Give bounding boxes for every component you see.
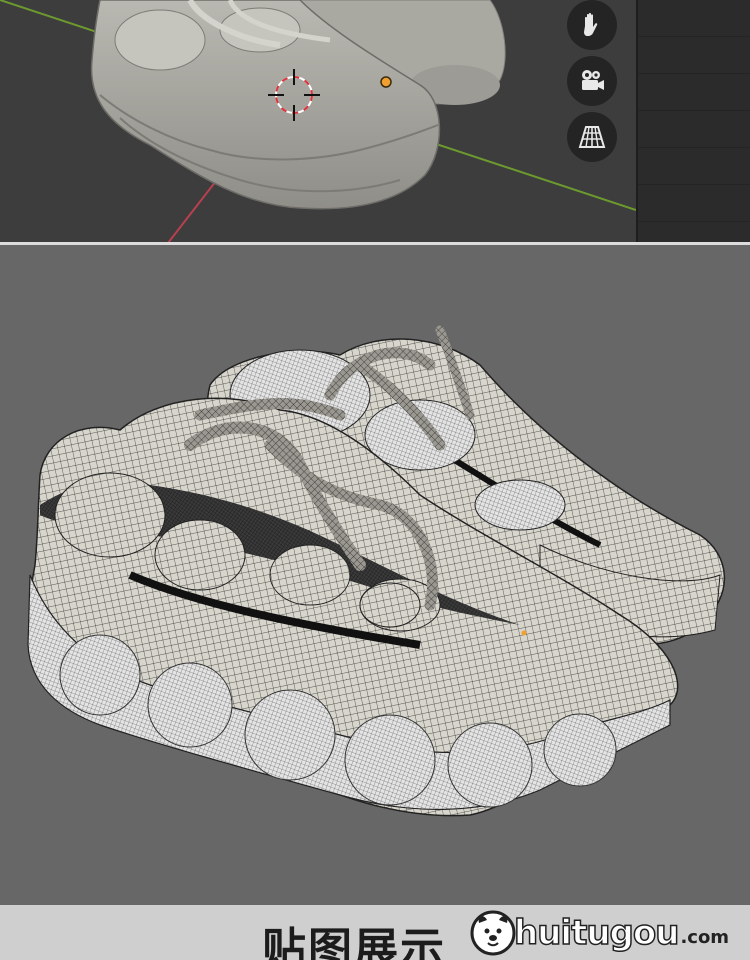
toggle-perspective-button[interactable] <box>567 112 617 162</box>
pan-view-button[interactable] <box>567 0 617 50</box>
viewport-wireframe[interactable] <box>0 245 750 905</box>
brand-watermark: huitugou .com <box>470 907 729 959</box>
dog-logo-icon <box>470 910 516 956</box>
viewport-solid[interactable] <box>0 0 750 243</box>
brand-domain-suffix: .com <box>680 926 730 948</box>
wireframe-canvas <box>27 325 726 817</box>
footer-title: 贴图展示 <box>262 924 446 960</box>
object-origin-dot <box>521 630 527 636</box>
hand-pan-icon <box>584 12 598 36</box>
sidebar-panel[interactable] <box>636 0 750 243</box>
perspective-grid-icon <box>578 126 606 148</box>
screenshot: 贴图展示 huitugou .com <box>0 0 750 960</box>
footer-banner: 贴图展示 huitugou .com <box>0 905 750 960</box>
camera-icon <box>582 70 604 90</box>
object-origin-dot <box>380 76 392 88</box>
brand-name: huitugou <box>513 912 680 954</box>
camera-view-button[interactable] <box>567 56 617 106</box>
